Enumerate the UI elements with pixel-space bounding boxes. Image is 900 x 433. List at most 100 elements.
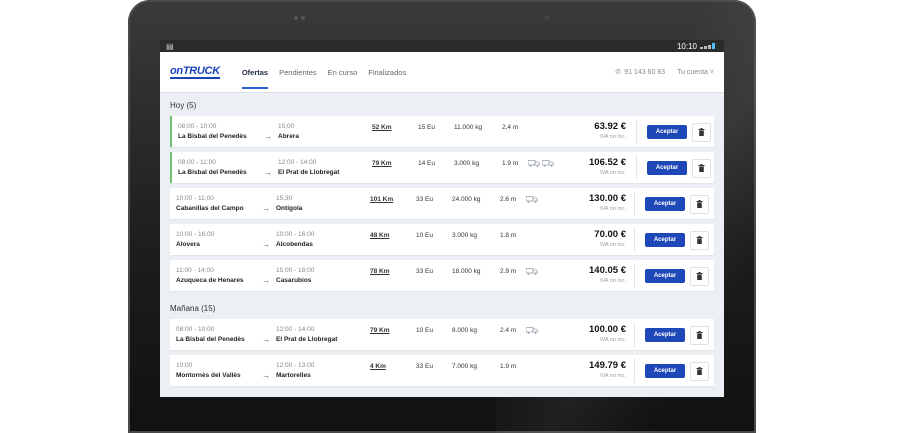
distance-link[interactable]: 79 Km [372,160,392,167]
destination-place: Casarubios [276,277,312,284]
accept-button[interactable]: Aceptar [647,125,687,139]
origin-place: La Bisbal del Penedès [178,169,247,176]
price-per-unit: 33 Eu [416,196,433,203]
destination-time: 12:00 - 14:00 [278,159,317,166]
accept-button[interactable]: Aceptar [645,269,685,283]
destination-time: 12:00 - 13:00 [276,362,315,369]
truck-icon [525,268,538,277]
weight: 24.000 kg [452,196,481,203]
price-amount: 106.52 € [589,157,626,168]
row-divider [636,119,637,144]
truck-icon [525,196,538,205]
destination-cell: 12:00 - 14:00 El Prat de Llobregat [278,159,339,176]
distance-link[interactable]: 79 Km [370,327,390,334]
vehicle-types [527,160,554,169]
row-divider [634,322,635,347]
tab-pendientes[interactable]: Pendientes [279,56,317,89]
offer-row[interactable]: 10:00 - 11:00 Cabanillas del Campo → 15:30 O… [170,188,714,219]
sensor-dots [294,16,305,20]
vehicle-types [525,268,538,277]
origin-time: 08:00 - 10:00 [178,123,217,130]
price-per-unit: 33 Eu [416,268,433,275]
weight: 8.000 kg [452,327,477,334]
price-amount: 63.92 € [594,121,626,132]
weight: 3.000 kg [454,160,479,167]
accept-button[interactable]: Aceptar [645,328,685,342]
length: 2.4 m [500,327,517,334]
offer-row[interactable]: 08:00 - 10:00 La Bisbal del Penedès → 12:00… [170,319,714,350]
tab-finalizados[interactable]: Finalizados [368,56,406,89]
delete-button[interactable] [690,231,709,250]
trash-icon [696,271,703,282]
delete-button[interactable] [690,362,709,381]
vat-note: IVA no inc. [600,134,626,140]
distance-link[interactable]: 101 Km [370,196,393,203]
destination-place: Alcobendas [276,241,313,248]
distance-link[interactable]: 78 Km [370,268,390,275]
accept-button[interactable]: Aceptar [647,161,687,175]
origin-place: La Bisbal del Penedès [178,133,247,140]
row-divider [634,227,635,252]
offer-row[interactable]: 11:00 - 14:00 Azuqueca de Henares → 15:00 -… [170,260,714,291]
origin-place: Cabanillas del Campo [176,205,244,212]
accept-button[interactable]: Aceptar [645,197,685,211]
destination-cell: 15:00 - 18:00 Casarubios [276,267,314,284]
offers-list: Hoy (5) 08:00 - 10:00 La Bisbal del Penedè… [160,93,724,386]
section-title: Mañana (15) [170,304,216,313]
delete-button[interactable] [692,159,711,178]
origin-time: 08:00 - 10:00 [176,326,215,333]
row-divider [636,155,637,180]
price-cell: 106.52 € IVA no inc. [589,157,626,176]
delete-button[interactable] [690,195,709,214]
truck-icon [527,160,540,169]
origin-time: 10:00 - 16:00 [176,231,215,238]
destination-place: Abrera [278,133,299,140]
accept-button[interactable]: Aceptar [645,233,685,247]
tab-en-curso[interactable]: En curso [328,56,358,89]
truck-icon [541,160,554,169]
phone-contact[interactable]: ✆ 91 143 60 83 [615,68,665,77]
destination-time: 15:00 - 18:00 [276,267,315,274]
vehicle-types [525,327,538,336]
chevron-down-icon: ˅ [709,68,714,76]
price-amount: 70.00 € [594,229,626,240]
offer-row[interactable]: 10:00 - 16:00 Alovera → 10:00 - 16:00 Alcobe… [170,224,714,255]
destination-cell: 12:00 - 14:00 El Prat de Llobregat [276,326,337,343]
price-amount: 149.79 € [589,360,626,371]
account-menu[interactable]: Tu cuenta ˅ [677,69,714,76]
origin-time: 10:00 [176,362,193,369]
offer-row[interactable]: 08:00 - 10:00 La Bisbal del Penedès → 15:00… [170,116,714,147]
distance-link[interactable]: 52 Km [372,124,392,131]
signal-icon [700,43,718,49]
destination-time: 10:00 - 16:00 [276,231,315,238]
delete-button[interactable] [692,123,711,142]
weight: 3.000 kg [452,232,477,239]
phone-icon: ✆ [615,69,622,76]
tab-ofertas[interactable]: Ofertas [241,56,269,89]
arrow-right-icon: → [262,335,270,344]
offer-row[interactable]: 08:00 - 11:00 La Bisbal del Penedès → 12:00… [170,152,714,183]
ontruck-logo[interactable]: onTRUCK [170,65,220,79]
delete-button[interactable] [690,267,709,286]
tablet-screen: ▤ 10:10 onTRUCK Ofertas Pendientes En curs… [160,40,724,397]
length: 1.8 m [500,232,517,239]
origin-cell: 08:00 - 10:00 La Bisbal del Penedès [178,123,247,140]
length: 2.9 m [500,268,517,275]
top-navigation: onTRUCK Ofertas Pendientes En curso Finaliz… [160,52,724,93]
vat-note: IVA no inc. [600,278,626,284]
vehicle-types [525,196,538,205]
distance-link[interactable]: 48 Km [370,232,390,239]
arrow-right-icon: → [262,276,270,285]
arrow-right-icon: → [262,371,270,380]
origin-place: Montornès del Vallès [176,372,241,379]
clock: 10:10 [676,41,697,51]
distance-link[interactable]: 4 Km [370,363,386,370]
destination-time: 12:00 - 14:00 [276,326,315,333]
origin-place: Alovera [176,241,200,248]
vat-note: IVA no inc. [600,242,626,248]
trash-icon [696,199,703,210]
accept-button[interactable]: Aceptar [645,364,685,378]
offer-row[interactable]: 10:00 Montornès del Vallès → 12:00 - 13:00 M… [170,355,714,386]
truck-icon [525,327,538,336]
delete-button[interactable] [690,326,709,345]
